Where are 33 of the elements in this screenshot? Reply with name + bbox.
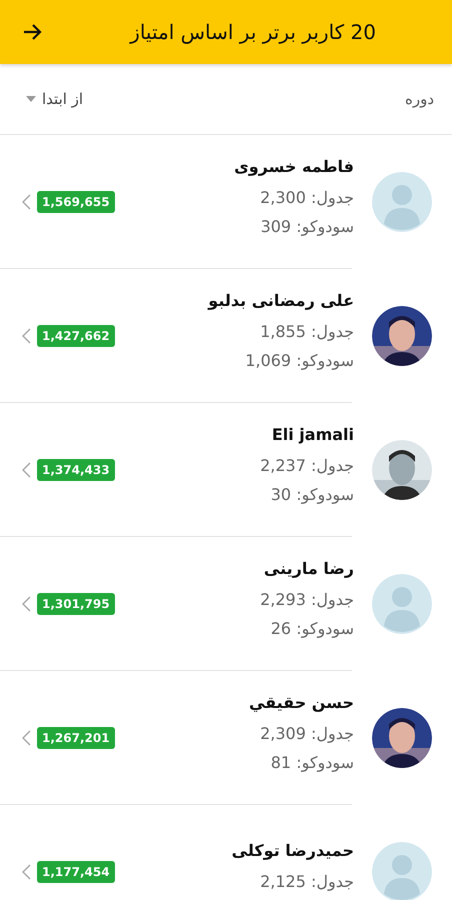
period-label: دوره <box>404 90 434 108</box>
score-badge: 1,267,201 <box>37 727 115 749</box>
score-badge: 1,177,454 <box>37 861 115 883</box>
user-stat: سودوکو: 26 <box>270 618 354 638</box>
score-badge: 1,374,433 <box>37 459 115 481</box>
user-stat: سودوکو: 30 <box>270 484 354 504</box>
screen-title: 20 کاربر برتر بر اساس امتیاز <box>128 20 377 44</box>
user-name: رضا مارینی <box>262 558 354 578</box>
user-stat: سودوکو: 309 <box>260 216 354 236</box>
user-name: علی رمضانی بدلبو <box>206 290 354 310</box>
user-stat: جدول: 1,855 <box>259 322 354 340</box>
user-stat: جدول: 2,300 <box>259 188 354 206</box>
chevron-icon[interactable] <box>22 194 31 210</box>
period-dropdown[interactable]: از ابتدا <box>26 90 84 108</box>
user-stat: جدول: 2,309 <box>259 724 354 742</box>
chevron-icon[interactable] <box>22 462 31 478</box>
chevron-icon[interactable] <box>22 328 31 344</box>
user-stat: جدول: 2,125 <box>259 872 354 891</box>
user-stat: سودوکو: 81 <box>270 752 354 772</box>
caret-icon <box>26 96 36 102</box>
user-name: حمیدرضا توکلی <box>230 841 354 860</box>
user-stat: جدول: 2,237 <box>259 456 354 474</box>
score-badge: 1,301,795 <box>37 593 115 615</box>
score-badge: 1,569,655 <box>37 191 115 213</box>
chevron-icon[interactable] <box>22 596 31 612</box>
score-badge: 1,427,662 <box>37 325 115 347</box>
chevron-icon[interactable] <box>22 730 31 746</box>
chevron-icon[interactable] <box>22 864 31 880</box>
user-name: Eli jamali <box>270 424 354 444</box>
user-name: حسن حقيقي <box>248 692 354 712</box>
user-name: فاطمه خسروی <box>233 156 354 176</box>
user-stat: سودوکو: 1,069 <box>244 350 354 370</box>
user-stat: جدول: 2,293 <box>259 590 354 608</box>
